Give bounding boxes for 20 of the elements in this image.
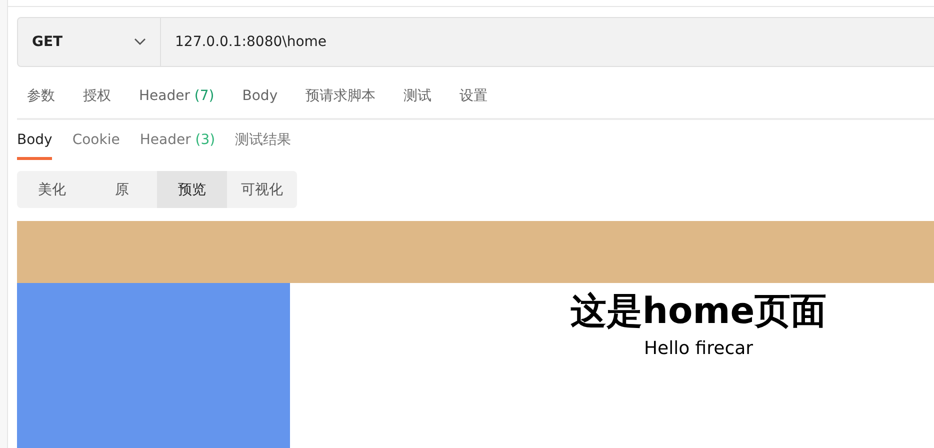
- tab[interactable]: 预请求脚本: [296, 80, 386, 104]
- tab[interactable]: 测试结果: [235, 120, 292, 160]
- view-mode-button[interactable]: 预览: [157, 171, 227, 208]
- tab[interactable]: 测试: [394, 80, 442, 104]
- page-heading: 这是home页面: [569, 290, 828, 334]
- tab[interactable]: Header (7): [129, 82, 224, 104]
- method-dropdown[interactable]: GET: [17, 17, 161, 67]
- tab[interactable]: 设置: [450, 80, 498, 104]
- tab[interactable]: Body: [17, 120, 52, 160]
- view-mode-button[interactable]: 可视化: [227, 171, 297, 208]
- view-mode-button[interactable]: 美化: [17, 171, 87, 208]
- url-field[interactable]: 127.0.0.1:8080\home: [161, 17, 934, 67]
- tab[interactable]: Header (3): [140, 120, 216, 160]
- chevron-down-icon: [134, 38, 146, 46]
- tab[interactable]: Cookie: [72, 120, 120, 160]
- page-text: Hello firecar: [642, 337, 754, 361]
- view-mode-button[interactable]: 原: [87, 171, 157, 208]
- tab[interactable]: 参数: [17, 80, 65, 104]
- tab[interactable]: 授权: [73, 80, 121, 104]
- tab[interactable]: Body: [232, 82, 288, 104]
